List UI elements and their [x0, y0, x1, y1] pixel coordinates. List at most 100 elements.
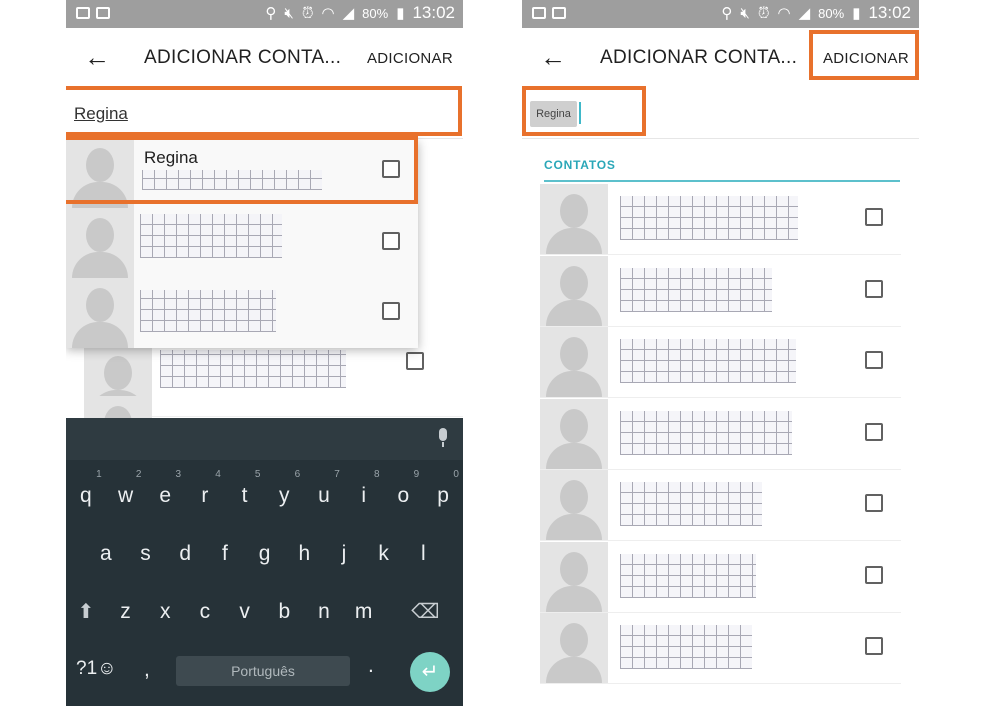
- status-bar: ⚲ 🔇︎ ⏰︎ ◠ ◢ 80% ▮ 13:02: [66, 0, 463, 28]
- avatar: [540, 255, 608, 326]
- spacebar[interactable]: Português: [176, 656, 350, 686]
- microphone-icon[interactable]: [437, 428, 449, 447]
- key-d[interactable]: d: [165, 534, 205, 574]
- key-w[interactable]: w2: [106, 469, 146, 516]
- keyboard-bottom-row: ?1☺ , Português . ↵: [66, 650, 463, 698]
- symbols-key[interactable]: ?1☺: [76, 658, 117, 680]
- highlight-search-field: [66, 86, 462, 136]
- suggestion-item[interactable]: [66, 278, 418, 348]
- highlight-add-button: [809, 30, 919, 80]
- key-z[interactable]: z: [106, 592, 146, 632]
- key-m[interactable]: m: [344, 592, 384, 632]
- comma-key[interactable]: ,: [144, 658, 150, 682]
- list-item[interactable]: [540, 327, 901, 398]
- key-e[interactable]: e3: [145, 469, 185, 516]
- key-b[interactable]: b: [264, 592, 304, 632]
- key-r[interactable]: r4: [185, 469, 225, 516]
- image-icon: [532, 7, 546, 19]
- keyboard-row-2: asdfghjkl: [66, 534, 463, 574]
- contact-name-redacted: [620, 482, 762, 526]
- key-hint: 7: [334, 469, 340, 480]
- key-n[interactable]: n: [304, 592, 344, 632]
- key-hint: 5: [254, 469, 261, 480]
- key-q[interactable]: q1: [66, 469, 106, 516]
- contact-checkbox[interactable]: [865, 279, 883, 298]
- battery-icon: ▮: [852, 5, 861, 22]
- list-item[interactable]: [540, 541, 901, 613]
- contact-checkbox[interactable]: [865, 208, 883, 226]
- key-l[interactable]: l: [404, 534, 444, 574]
- enter-key[interactable]: ↵: [410, 652, 450, 692]
- page-title: ADICIONAR CONTA...: [144, 47, 342, 68]
- period-key[interactable]: .: [368, 654, 374, 678]
- key-p[interactable]: p0: [423, 469, 463, 516]
- key-label: u: [318, 484, 330, 507]
- list-item[interactable]: [540, 184, 901, 255]
- highlight-suggestion: [66, 136, 418, 204]
- contact-name-redacted: [140, 214, 282, 258]
- key-g[interactable]: g: [245, 534, 285, 574]
- key-v[interactable]: v: [225, 592, 265, 632]
- contact-checkbox[interactable]: [382, 232, 400, 250]
- battery-percent: 80%: [362, 5, 389, 21]
- contact-checkbox[interactable]: [865, 351, 883, 369]
- signal-icon: ◢: [798, 5, 811, 22]
- avatar: [540, 613, 608, 683]
- arrow-left-icon[interactable]: ←: [540, 42, 566, 73]
- list-item[interactable]: [540, 613, 901, 684]
- avatar: [66, 208, 134, 278]
- onscreen-keyboard: q1w2e3r4t5y6u7i8o9p0 asdfghjkl ⬆ z x c v b n m ⌫…: [66, 418, 463, 706]
- contact-name-redacted: [160, 350, 346, 388]
- shift-key-icon[interactable]: ⬆: [66, 592, 106, 632]
- keyboard-row-3: ⬆ z x c v b n m ⌫: [66, 592, 463, 632]
- contact-name-redacted: [620, 553, 756, 598]
- contact-name-redacted: [620, 410, 792, 455]
- key-hint: 3: [175, 469, 182, 480]
- contact-checkbox[interactable]: [406, 352, 424, 370]
- status-bar: ⚲ 🔇︎ ⏰︎ ◠ ◢ 80% ▮ 13:02: [522, 0, 919, 28]
- backspace-key-icon[interactable]: ⌫: [406, 592, 446, 632]
- mute-icon: 🔇︎: [740, 4, 750, 22]
- key-x[interactable]: x: [145, 592, 185, 632]
- key-t[interactable]: t5: [225, 469, 265, 516]
- arrow-left-icon[interactable]: ←: [84, 42, 110, 73]
- key-hint: 2: [135, 469, 142, 480]
- contact-checkbox[interactable]: [382, 302, 400, 320]
- contact-name-redacted: [620, 267, 772, 312]
- contact-checkbox[interactable]: [865, 494, 883, 512]
- key-hint: 9: [413, 469, 420, 480]
- key-o[interactable]: o9: [384, 469, 424, 516]
- mute-icon: 🔇︎: [284, 4, 294, 22]
- key-s[interactable]: s: [126, 534, 166, 574]
- key-i[interactable]: i8: [344, 469, 384, 516]
- key-a[interactable]: a: [86, 534, 126, 574]
- contact-checkbox[interactable]: [865, 637, 883, 655]
- key-j[interactable]: j: [324, 534, 364, 574]
- list-item[interactable]: [540, 255, 901, 327]
- key-label: e: [159, 484, 172, 507]
- key-label: o: [397, 484, 410, 507]
- clock: 13:02: [868, 3, 911, 22]
- key-f[interactable]: f: [205, 534, 245, 574]
- key-k[interactable]: k: [364, 534, 404, 574]
- contact-name-redacted: [620, 196, 798, 240]
- key-h[interactable]: h: [284, 534, 324, 574]
- avatar: [540, 184, 608, 254]
- key-y[interactable]: y6: [264, 469, 304, 516]
- key-label: q: [80, 484, 92, 507]
- contact-checkbox[interactable]: [865, 422, 883, 441]
- suggestion-item[interactable]: [66, 208, 418, 279]
- key-u[interactable]: u7: [304, 469, 344, 516]
- contact-checkbox[interactable]: [865, 565, 883, 584]
- clock: 13:02: [412, 3, 455, 22]
- key-c[interactable]: c: [185, 592, 225, 632]
- key-label: w: [117, 484, 134, 507]
- key-label: t: [241, 484, 248, 507]
- add-button[interactable]: ADICIONAR: [367, 50, 453, 67]
- list-item[interactable]: [540, 470, 901, 541]
- key-hint: 4: [215, 469, 221, 480]
- list-item[interactable]: [540, 398, 901, 470]
- battery-icon: ▮: [396, 5, 405, 22]
- page-title: ADICIONAR CONTA...: [600, 47, 798, 68]
- right-phone-screen: ⚲ 🔇︎ ⏰︎ ◠ ◢ 80% ▮ 13:02 ← ADICIONAR CONT…: [522, 0, 919, 706]
